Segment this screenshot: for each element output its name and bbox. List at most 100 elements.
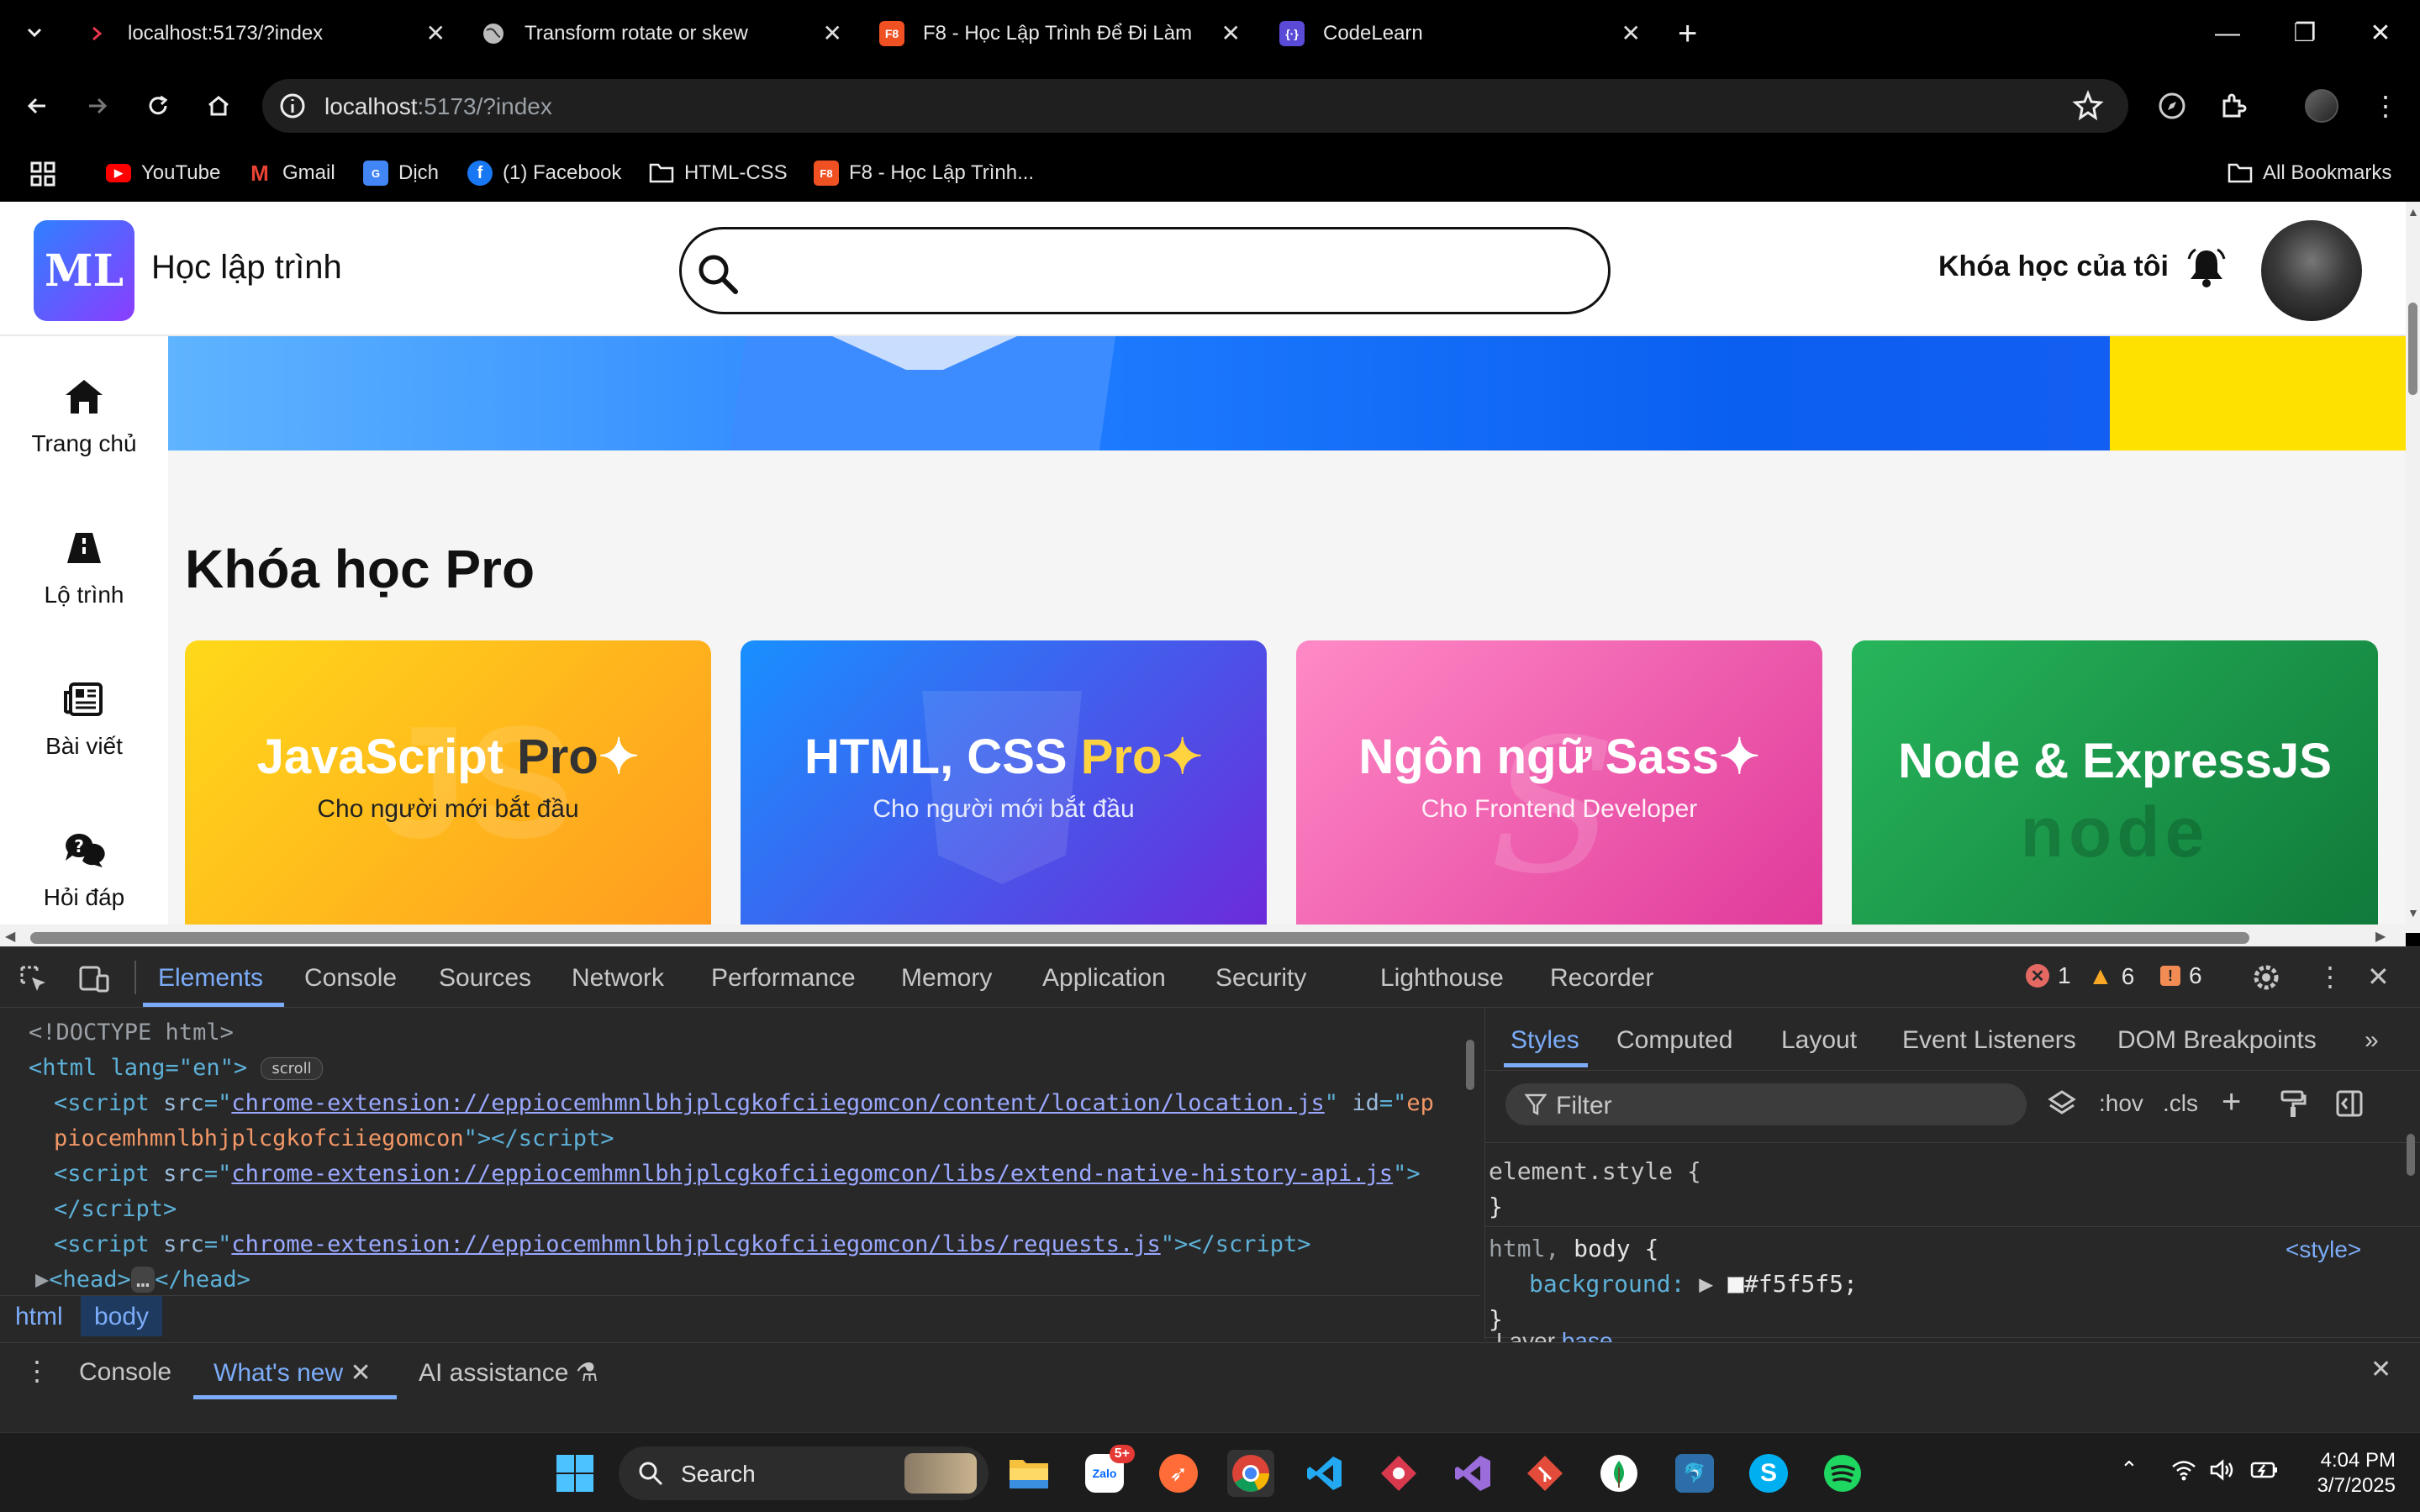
scrollbar-thumb[interactable]	[2408, 303, 2417, 395]
scroll-up-arrow[interactable]: ▲	[2407, 205, 2419, 219]
skype-icon[interactable]: S	[1745, 1450, 1792, 1497]
minimize-button[interactable]: —	[2202, 15, 2253, 52]
script-src-link[interactable]: chrome-extension://eppiocemhmnlbhjplcgko…	[231, 1231, 1160, 1257]
tab-security[interactable]: Security	[1215, 964, 1306, 993]
bookmark-gmail[interactable]: M Gmail	[247, 156, 335, 190]
script-line-2[interactable]: <script src="chrome-extension://eppiocem…	[54, 1161, 1421, 1187]
doctype-line[interactable]: <!DOCTYPE html>	[29, 1019, 234, 1046]
site-info-icon[interactable]	[277, 91, 308, 121]
scrollbar-thumb[interactable]	[30, 932, 2249, 944]
styles-tab-styles[interactable]: Styles	[1511, 1026, 1579, 1055]
course-card-javascript[interactable]: JS JavaScript Pro✦ Cho người mới bắt đầu	[185, 640, 711, 926]
bookmark-star-icon[interactable]	[2071, 89, 2105, 123]
scrollbar-thumb[interactable]	[2407, 1134, 2415, 1176]
new-style-rule-icon[interactable]: +	[2222, 1085, 2241, 1119]
drawer-tab-ai-assistance[interactable]: AI assistance ⚗	[419, 1358, 598, 1388]
script-line-1[interactable]: <script src="chrome-extension://eppiocem…	[54, 1090, 1434, 1116]
back-button[interactable]	[18, 87, 55, 124]
color-swatch[interactable]	[1727, 1277, 1745, 1293]
forward-button[interactable]	[79, 87, 116, 124]
extensions-icon[interactable]	[2214, 87, 2251, 124]
close-devtools-icon[interactable]: ✕	[2367, 961, 2390, 993]
styles-filter-input[interactable]: Filter	[1505, 1083, 2027, 1125]
tab-recorder[interactable]: Recorder	[1550, 964, 1653, 993]
close-window-button[interactable]: ✕	[2355, 15, 2406, 52]
html-open-line[interactable]: <html lang="en"> scroll	[29, 1055, 323, 1081]
start-windows-icon[interactable]	[551, 1450, 598, 1497]
drawer-menu-icon[interactable]: ⋮	[24, 1355, 50, 1387]
git-icon[interactable]	[1521, 1450, 1569, 1497]
settings-gear-icon[interactable]	[2249, 961, 2283, 994]
battery-icon[interactable]	[2249, 1458, 2280, 1482]
scroll-right-arrow[interactable]: ▶	[2375, 928, 2386, 945]
course-card-html-css[interactable]: HTML, CSS Pro✦ Cho người mới bắt đầu	[741, 640, 1267, 926]
tab-application[interactable]: Application	[1042, 964, 1166, 993]
compass-icon[interactable]	[2154, 87, 2191, 124]
html-body-selector[interactable]: html, body {	[1489, 1235, 1658, 1262]
postman-icon[interactable]: ➶	[1155, 1450, 1202, 1497]
home-button[interactable]	[200, 87, 237, 124]
tab-sources[interactable]: Sources	[439, 964, 531, 993]
close-tab-icon[interactable]: ✕	[1621, 22, 1641, 45]
scroll-badge[interactable]: scroll	[261, 1057, 323, 1080]
head-line[interactable]: ▶<head>… </head>	[35, 1267, 250, 1293]
site-logo[interactable]: ML	[34, 220, 134, 321]
drawer-tab-whats-new[interactable]: What's new ✕	[214, 1358, 372, 1388]
ellipsis-badge[interactable]: …	[130, 1267, 156, 1293]
styles-tab-dom-breakpoints[interactable]: DOM Breakpoints	[2117, 1026, 2317, 1055]
my-courses-link[interactable]: Khóa học của tôi	[1938, 250, 2169, 283]
reload-button[interactable]	[140, 87, 177, 124]
tab-network[interactable]: Network	[572, 964, 664, 993]
expand-triangle-icon[interactable]: ▶	[35, 1267, 49, 1293]
user-avatar[interactable]	[2261, 220, 2362, 321]
profile-avatar[interactable]	[2303, 87, 2340, 124]
styles-scrollbar[interactable]	[2403, 1130, 2418, 1341]
close-tab-icon[interactable]: ✕	[426, 22, 446, 45]
visual-studio-icon[interactable]	[1449, 1450, 1496, 1497]
styles-tab-computed[interactable]: Computed	[1616, 1026, 1732, 1055]
cls-toggle[interactable]: .cls	[2163, 1090, 2198, 1117]
tab-lighthouse[interactable]: Lighthouse	[1380, 964, 1504, 993]
scroll-left-arrow[interactable]: ◀	[5, 928, 15, 945]
bookmark-facebook[interactable]: f (1) Facebook	[467, 156, 621, 190]
vscode-icon[interactable]	[1301, 1450, 1348, 1497]
sidebar-item-blog[interactable]: Bài viết	[0, 677, 168, 760]
warning-count[interactable]: ▲ 6	[2088, 962, 2134, 991]
site-brand[interactable]: Học lập trình	[151, 249, 342, 287]
sidebar-item-home[interactable]: Trang chủ	[0, 375, 168, 457]
tab-elements[interactable]: Elements	[158, 964, 263, 993]
hov-toggle[interactable]: :hov	[2099, 1090, 2143, 1117]
issues-count[interactable]: ! 6	[2160, 962, 2202, 989]
mysql-workbench-icon[interactable]: 🐬	[1671, 1450, 1718, 1497]
elements-scrollbar[interactable]	[1463, 1014, 1478, 1300]
scrollbar-thumb[interactable]	[1466, 1040, 1474, 1090]
styles-tab-event-listeners[interactable]: Event Listeners	[1902, 1026, 2076, 1055]
close-tab-icon[interactable]: ✕	[823, 22, 842, 45]
error-count[interactable]: ✕ 1	[2026, 962, 2071, 989]
element-style-rule[interactable]: element.style {	[1485, 1157, 1701, 1185]
more-tabs-chevron-icon[interactable]: »	[2365, 1026, 2379, 1055]
sidebar-item-qa[interactable]: ? Hỏi đáp	[0, 829, 168, 911]
close-drawer-icon[interactable]: ✕	[2370, 1355, 2391, 1384]
url-text[interactable]: localhost:5173/?index	[324, 93, 552, 120]
file-explorer-icon[interactable]	[1005, 1450, 1052, 1497]
script-line-2-close[interactable]: </script>	[54, 1196, 177, 1222]
bookmark-translate[interactable]: G Dịch	[363, 156, 439, 190]
sidebar-item-roadmap[interactable]: Lộ trình	[0, 526, 168, 608]
script-src-link[interactable]: chrome-extension://eppiocemhmnlbhjplcgko…	[231, 1161, 1393, 1187]
layers-icon[interactable]	[2045, 1087, 2079, 1120]
spotify-icon[interactable]	[1819, 1450, 1866, 1497]
wifi-icon[interactable]	[2170, 1458, 2197, 1482]
script-line-3[interactable]: <script src="chrome-extension://eppiocem…	[54, 1231, 1311, 1257]
paint-roller-icon[interactable]	[2279, 1088, 2307, 1119]
address-bar[interactable]: localhost:5173/?index	[262, 79, 2128, 133]
search-input[interactable]	[679, 227, 1611, 314]
mongodb-icon[interactable]	[1595, 1450, 1642, 1497]
close-tab-icon[interactable]: ✕	[1221, 22, 1241, 45]
volume-icon[interactable]	[2209, 1458, 2236, 1482]
drawer-tab-console[interactable]: Console	[79, 1358, 171, 1387]
elements-tree[interactable]: <!DOCTYPE html> <html lang="en"> scroll …	[0, 1008, 1479, 1309]
breadcrumb-html[interactable]: html	[15, 1303, 63, 1331]
close-icon[interactable]: ✕	[350, 1359, 371, 1387]
tab-search-chevron-icon[interactable]	[22, 20, 47, 45]
